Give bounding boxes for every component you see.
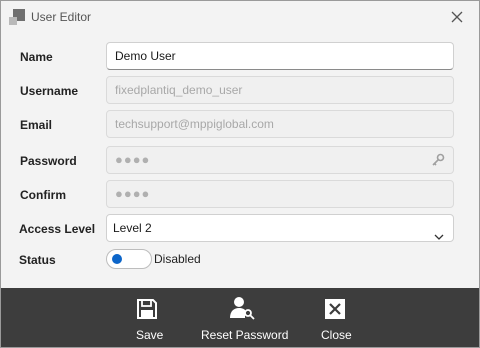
username-row: Username fixedplantiq_demo_user bbox=[1, 76, 479, 106]
close-icon[interactable] bbox=[447, 7, 467, 27]
username-label: Username bbox=[20, 84, 79, 98]
title-bar: User Editor bbox=[1, 1, 479, 33]
key-icon[interactable] bbox=[431, 153, 445, 167]
status-row: Status Disabled bbox=[1, 249, 479, 279]
toggle-knob bbox=[112, 254, 122, 264]
access-level-select[interactable]: Level 2 bbox=[106, 214, 454, 242]
password-row: Password ●●●● bbox=[1, 146, 479, 176]
close-label: Close bbox=[321, 328, 352, 342]
email-row: Email techsupport@mppiglobal.com bbox=[1, 110, 479, 140]
save-label: Save bbox=[136, 328, 164, 342]
save-icon bbox=[136, 298, 158, 320]
user-editor-dialog: User Editor Name Demo User Username fixe… bbox=[0, 0, 480, 348]
email-label: Email bbox=[20, 118, 53, 132]
confirm-password-field[interactable]: ●●●● bbox=[106, 180, 454, 208]
user-key-icon bbox=[229, 296, 255, 320]
email-field[interactable]: techsupport@mppiglobal.com bbox=[106, 110, 454, 138]
action-toolbar: Save Reset Password Close bbox=[1, 288, 479, 347]
password-label: Password bbox=[20, 154, 77, 168]
window-app-icon bbox=[9, 9, 25, 25]
status-toggle[interactable] bbox=[106, 249, 152, 269]
chevron-down-icon bbox=[434, 224, 444, 240]
status-value: Disabled bbox=[154, 252, 201, 266]
access-level-row: Access Level Level 2 bbox=[1, 214, 479, 244]
access-level-label: Access Level bbox=[19, 222, 96, 236]
close-button[interactable]: Close bbox=[317, 288, 357, 347]
reset-password-label: Reset Password bbox=[201, 328, 289, 342]
name-field[interactable]: Demo User bbox=[106, 42, 454, 70]
name-label: Name bbox=[20, 50, 53, 64]
close-box-icon bbox=[324, 298, 346, 320]
reset-password-button[interactable]: Reset Password bbox=[199, 288, 289, 347]
window-title: User Editor bbox=[31, 10, 92, 24]
confirm-label: Confirm bbox=[20, 188, 66, 202]
password-field[interactable]: ●●●● bbox=[106, 146, 454, 174]
username-field[interactable]: fixedplantiq_demo_user bbox=[106, 76, 454, 104]
name-row: Name Demo User bbox=[1, 42, 479, 72]
save-button[interactable]: Save bbox=[127, 288, 167, 347]
status-label: Status bbox=[19, 253, 56, 267]
access-level-value: Level 2 bbox=[113, 221, 152, 235]
confirm-row: Confirm ●●●● bbox=[1, 180, 479, 210]
